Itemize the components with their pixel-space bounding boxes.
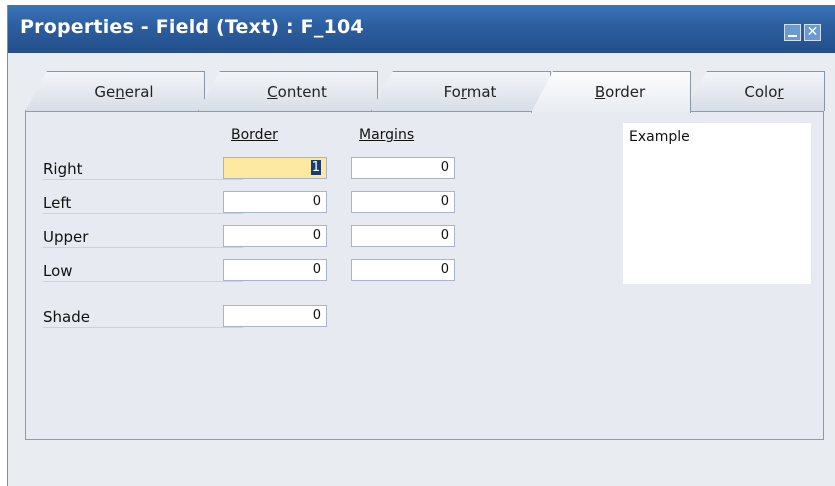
tab-label-accel: n bbox=[115, 83, 125, 101]
tab-border[interactable]: Border bbox=[531, 71, 691, 113]
tab-label-post: order bbox=[605, 83, 646, 101]
example-label: Example bbox=[629, 129, 690, 145]
tab-strip: General Content Format Border Color bbox=[8, 71, 835, 113]
row-label-low: Low bbox=[43, 261, 243, 282]
row-label-shade: Shade bbox=[43, 307, 243, 328]
low-margin-input[interactable]: 0 bbox=[351, 259, 455, 281]
title-bar[interactable]: Properties - Field (Text) : F_104 ✕ bbox=[8, 5, 835, 53]
right-border-input[interactable]: 1 bbox=[223, 157, 327, 179]
minimize-button[interactable] bbox=[784, 24, 801, 41]
margins-column-header: Margins bbox=[359, 127, 415, 143]
tab-label-accel: B bbox=[594, 83, 606, 101]
tab-format[interactable]: Format bbox=[371, 71, 551, 111]
properties-window: Properties - Field (Text) : F_104 ✕ Gene… bbox=[7, 5, 835, 486]
left-margin-input[interactable]: 0 bbox=[351, 191, 455, 213]
row-label-right: Right bbox=[43, 159, 243, 180]
tab-label-pre: Ge bbox=[94, 83, 116, 101]
tab-label-pre: Colo bbox=[744, 83, 778, 101]
example-preview: Example bbox=[623, 123, 811, 284]
upper-border-input[interactable]: 0 bbox=[223, 225, 327, 247]
shade-input[interactable]: 0 bbox=[223, 305, 327, 327]
tab-label-post: ontent bbox=[277, 83, 327, 101]
tab-label-accel: C bbox=[267, 83, 278, 101]
tab-color[interactable]: Color bbox=[685, 71, 825, 111]
border-tab-panel: Border Margins Right 1 0 Left 0 0 Upper … bbox=[25, 111, 824, 440]
tab-label-post: mat bbox=[466, 83, 497, 101]
right-margin-input[interactable]: 0 bbox=[351, 157, 455, 179]
upper-margin-input[interactable]: 0 bbox=[351, 225, 455, 247]
close-button[interactable]: ✕ bbox=[804, 24, 821, 41]
tab-general[interactable]: General bbox=[25, 71, 205, 111]
low-border-input[interactable]: 0 bbox=[223, 259, 327, 281]
row-label-upper: Upper bbox=[43, 227, 243, 248]
tab-content[interactable]: Content bbox=[198, 71, 378, 111]
left-border-input[interactable]: 0 bbox=[223, 191, 327, 213]
tab-label-post: eral bbox=[124, 83, 154, 101]
window-title: Properties - Field (Text) : F_104 bbox=[20, 16, 364, 38]
tab-label-pre: Fo bbox=[443, 83, 461, 101]
border-column-header: Border bbox=[231, 127, 278, 143]
tab-label-accel: r bbox=[777, 83, 784, 101]
row-label-left: Left bbox=[43, 193, 243, 214]
right-border-value: 1 bbox=[310, 160, 321, 175]
